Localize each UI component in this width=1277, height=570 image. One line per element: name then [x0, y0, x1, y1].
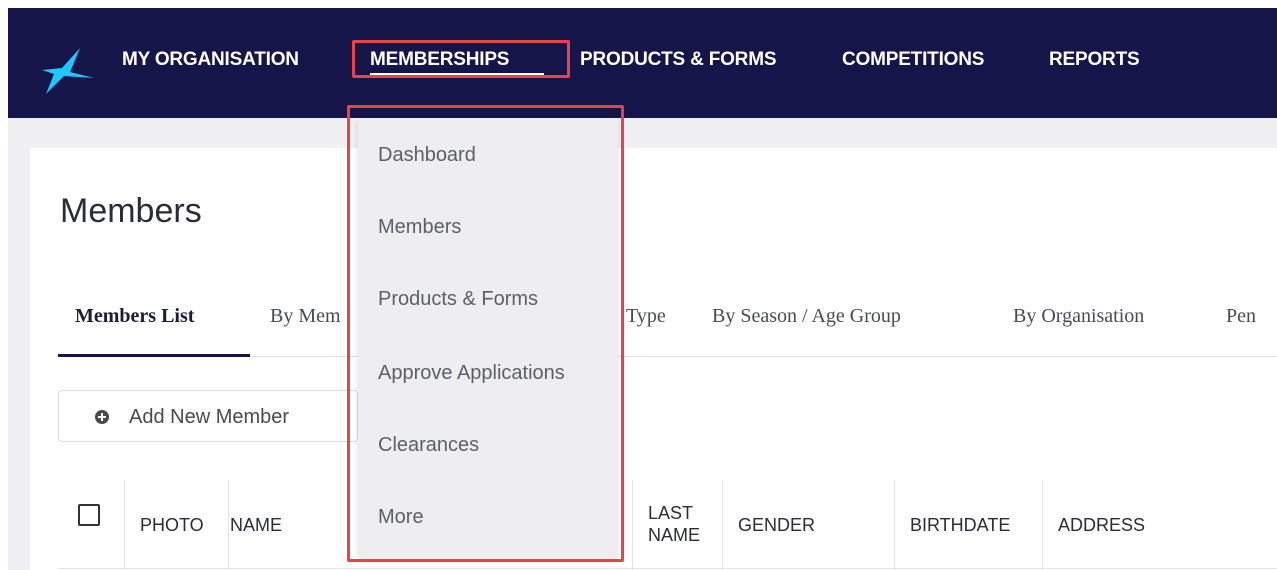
add-new-member-button[interactable]: Add New Member [58, 390, 358, 442]
column-divider [894, 480, 895, 570]
column-divider [722, 480, 723, 570]
screen: MY ORGANISATION MEMBERSHIPS PRODUCTS & F… [0, 0, 1277, 570]
nav-competitions[interactable]: COMPETITIONS [842, 49, 984, 71]
add-new-member-label: Add New Member [129, 406, 290, 428]
highlight-box-dropdown [347, 105, 624, 562]
column-header-birthdate[interactable]: BIRTHDATE [910, 514, 1010, 536]
nav-products-forms[interactable]: PRODUCTS & FORMS [580, 49, 777, 71]
column-header-name[interactable]: NAME [230, 514, 282, 536]
column-divider [124, 480, 125, 570]
tab-by-season-age-group[interactable]: By Season / Age Group [712, 305, 901, 328]
tab-by-organisation[interactable]: By Organisation [1013, 305, 1144, 328]
tab-pending[interactable]: Pen [1226, 305, 1256, 328]
active-tab-underline [58, 354, 250, 357]
column-divider [632, 480, 633, 570]
star-logo-icon[interactable] [36, 48, 96, 94]
tab-by-membership[interactable]: By Mem [270, 305, 341, 328]
page-title: Members [60, 192, 202, 230]
column-header-address[interactable]: ADDRESS [1058, 514, 1145, 536]
table-header-divider [58, 568, 1277, 569]
column-divider [228, 480, 229, 570]
highlight-box-nav [352, 40, 570, 78]
column-header-last-name[interactable]: LAST NAME [648, 502, 708, 546]
column-header-gender[interactable]: GENDER [738, 514, 815, 536]
column-header-photo[interactable]: PHOTO [140, 514, 204, 536]
tab-members-list[interactable]: Members List [75, 305, 194, 328]
tab-by-type[interactable]: Type [626, 305, 666, 328]
plus-circle-icon [95, 410, 109, 424]
column-divider [1042, 480, 1043, 570]
members-table-header: PHOTO NAME LAST NAME GENDER BIRTHDATE AD… [58, 480, 1277, 570]
select-all-checkbox[interactable] [78, 504, 100, 526]
nav-my-organisation[interactable]: MY ORGANISATION [122, 49, 299, 71]
nav-reports[interactable]: REPORTS [1049, 49, 1140, 71]
